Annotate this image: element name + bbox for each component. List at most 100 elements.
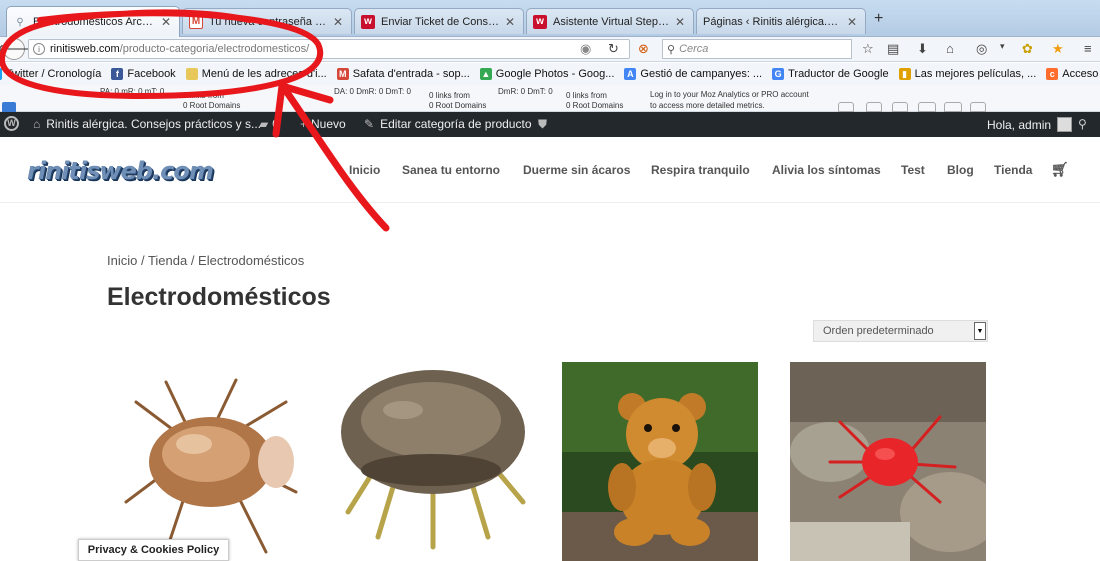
info-icon[interactable]: i	[33, 43, 45, 55]
site-header: rinitisweb.com Inicio Sanea tu entorno D…	[0, 137, 1100, 203]
home-icon[interactable]: ⌂	[946, 41, 954, 56]
moz-links-count: 0 links from	[429, 91, 470, 100]
tab-paginas[interactable]: Páginas ‹ Rinitis alérgica. Cons... ✕	[696, 8, 866, 34]
plus-icon: +	[300, 117, 308, 131]
close-icon[interactable]: ✕	[161, 15, 173, 29]
moz-links-count: 0 links from	[566, 91, 607, 100]
browser-tab-strip: ⚲ Electrodomésticos Archivos ... ✕ M Tu …	[0, 0, 1100, 37]
addon-icon[interactable]: ⊗	[638, 41, 649, 57]
moz-search-icon[interactable]	[866, 102, 882, 112]
admin-new-button[interactable]: + Nuevo	[300, 117, 346, 131]
search-input[interactable]: ⚲ Cerca	[662, 39, 852, 59]
moz-settings-icon[interactable]	[944, 102, 962, 112]
reader-view-icon[interactable]: ◉	[580, 41, 591, 57]
tab-gmail[interactable]: M Tu nueva contraseña para ... ✕	[182, 8, 352, 34]
tab-asistente[interactable]: w Asistente Virtual Stephan 1.... ✕	[526, 8, 694, 34]
breadcrumb: Inicio / Tienda / Electrodomésticos	[107, 253, 305, 268]
bookmark-twitter[interactable]: t Twitter / Cronología	[0, 68, 101, 80]
bookmark-gmail[interactable]: M Safata d'entrada - sop...	[336, 68, 470, 80]
wordpress-logo-icon[interactable]: W	[4, 116, 19, 131]
menu-icon[interactable]: ≡	[1084, 41, 1092, 56]
bookmarks-bar: t Twitter / Cronología f Facebook Menú d…	[0, 63, 1100, 85]
mite-illustration	[106, 362, 302, 561]
tab-label: Asistente Virtual Stephan 1....	[553, 15, 669, 28]
close-icon[interactable]: ✕	[505, 15, 517, 29]
moz-login-prompt[interactable]: Log in to your Moz Analytics or PRO acco…	[650, 90, 809, 100]
bookmark-label: Facebook	[127, 68, 176, 80]
product-image-mite[interactable]	[106, 362, 302, 561]
extension-icon[interactable]: ✿	[1022, 41, 1033, 57]
star-extension-icon[interactable]: ★	[1052, 41, 1064, 57]
bookmark-webmail[interactable]: c Acceso a correo web d...	[1046, 68, 1100, 80]
tab-label: Páginas ‹ Rinitis alérgica. Cons...	[703, 15, 841, 28]
orderby-select[interactable]: Orden predeterminado ▼	[813, 320, 988, 342]
bookmark-label: Menú de les adreces d'i...	[201, 68, 327, 80]
moz-root-domains: 0 Root Domains	[183, 101, 241, 110]
moz-tool-icon[interactable]	[838, 102, 854, 112]
moz-toolbar: PA: 0 mR: 0 mT: 0 0 links from 0 Root Do…	[0, 85, 1100, 112]
red-mite-illustration	[790, 362, 986, 561]
chevron-down-icon[interactable]: ▼	[974, 322, 986, 340]
firefox-page-icon: ⚲	[16, 16, 24, 28]
menu-item-test[interactable]: Test	[901, 163, 925, 177]
site-logo[interactable]: rinitisweb.com	[27, 157, 214, 185]
admin-account[interactable]: Hola, admin	[987, 117, 1073, 132]
new-tab-button[interactable]: +	[874, 10, 883, 28]
new-label: Nuevo	[311, 117, 346, 131]
star-bookmark-icon[interactable]: ☆	[862, 41, 874, 57]
close-icon[interactable]: ✕	[847, 15, 859, 29]
product-image-red-mite[interactable]	[790, 362, 986, 561]
cart-icon[interactable]: 🛒︎	[1051, 161, 1069, 178]
privacy-policy-button[interactable]: Privacy & Cookies Policy	[78, 539, 229, 561]
admin-site-link[interactable]: ⌂ Rinitis alérgica. Consejos prácticos y…	[33, 117, 261, 131]
bookmark-google-photos[interactable]: ▲ Google Photos - Goog...	[479, 68, 614, 80]
bookmark-facebook[interactable]: f Facebook	[111, 68, 176, 80]
bookmark-label: Las mejores películas, ...	[914, 68, 1037, 80]
bookmark-movies[interactable]: ▮ Las mejores películas, ...	[898, 68, 1037, 80]
bookmark-folder[interactable]: Menú de les adreces d'i...	[185, 68, 327, 80]
moz-links-count: 0 links from	[183, 91, 224, 100]
plugin-shield-icon[interactable]: ⛊	[538, 117, 547, 132]
search-icon: ⚲	[667, 43, 676, 56]
close-icon[interactable]: ✕	[675, 15, 687, 29]
tab-electrodomesticos[interactable]: ⚲ Electrodomésticos Archivos ... ✕	[6, 6, 180, 37]
arrow-left-icon: 🡐	[0, 41, 32, 56]
dust-mite-illustration	[333, 362, 529, 561]
menu-item-alivia[interactable]: Alivia los síntomas	[772, 163, 881, 177]
navigation-toolbar: 🡐 i rinitisweb.com /producto-categoria/e…	[0, 37, 1100, 62]
download-icon[interactable]: ⬇	[917, 41, 928, 57]
moz-link-icon[interactable]	[892, 102, 908, 112]
menu-item-inicio[interactable]: Inicio	[349, 163, 380, 177]
product-image-dust-mite[interactable]	[333, 362, 529, 561]
back-button[interactable]: 🡐	[0, 38, 31, 60]
bookmark-adwords[interactable]: A Gestió de campanyes: ...	[624, 68, 762, 80]
menu-item-duerme[interactable]: Duerme sin ácaros	[523, 163, 630, 177]
tab-label: Tu nueva contraseña para ...	[209, 15, 327, 28]
moz-highlight-icon[interactable]	[918, 102, 936, 112]
menu-item-blog[interactable]: Blog	[947, 163, 974, 177]
menu-item-sanea[interactable]: Sanea tu entorno	[402, 163, 500, 177]
edit-category-button[interactable]: ✎ Editar categoría de producto	[364, 117, 532, 131]
moz-logo-icon[interactable]	[2, 102, 16, 112]
close-icon[interactable]: ✕	[333, 15, 345, 29]
product-image-teddy-bear[interactable]	[562, 362, 758, 561]
library-icon[interactable]: ▤	[887, 41, 899, 57]
url-path: /producto-categoria/electrodomesticos/	[119, 43, 310, 55]
google-drive-icon: ▲	[479, 68, 492, 80]
reload-icon[interactable]: ↻	[608, 41, 619, 57]
facebook-icon: f	[111, 68, 124, 80]
comment-icon: ▰	[259, 117, 269, 131]
chevron-down-icon[interactable]: ▾	[1000, 41, 1005, 52]
search-icon[interactable]: ⚲	[1078, 117, 1087, 131]
bookmark-translate[interactable]: G Traductor de Google	[772, 68, 889, 80]
bookmark-label: Gestió de campanyes: ...	[640, 68, 763, 80]
moz-info-icon[interactable]	[970, 102, 986, 112]
tab-ticket[interactable]: w Enviar Ticket de Consulta - ... ✕	[354, 8, 524, 34]
pocket-icon[interactable]: ◎	[976, 41, 987, 57]
menu-item-respira[interactable]: Respira tranquilo	[651, 163, 750, 177]
admin-comments[interactable]: ▰ 0	[259, 117, 279, 131]
url-bar[interactable]: i rinitisweb.com /producto-categoria/ele…	[28, 39, 630, 59]
greeting: Hola, admin	[987, 117, 1052, 132]
menu-item-tienda[interactable]: Tienda	[994, 163, 1032, 177]
moz-root-domains: 0 Root Domains	[429, 101, 487, 110]
